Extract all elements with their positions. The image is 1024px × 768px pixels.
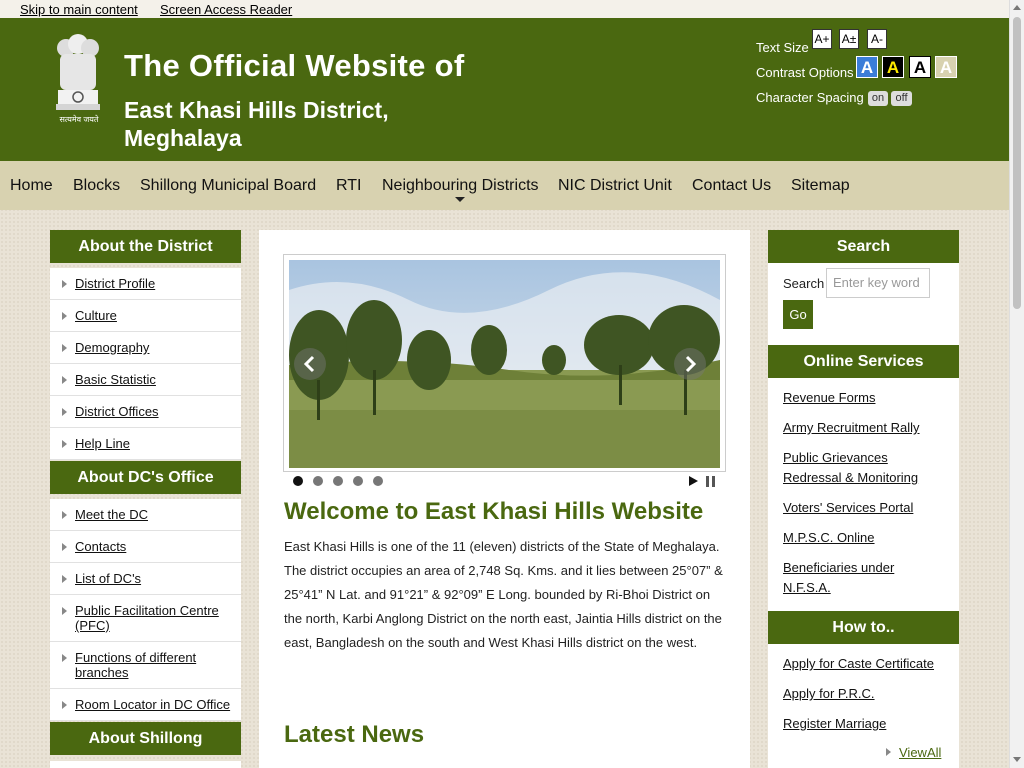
nav-shillong-municipal-board[interactable]: Shillong Municipal Board: [140, 177, 316, 195]
welcome-text: East Khasi Hills is one of the 11 (eleve…: [284, 539, 723, 650]
nav-neighbouring-districts[interactable]: Neighbouring Districts: [382, 177, 539, 195]
search-label: Search: [783, 276, 825, 291]
list-item[interactable]: Apply for Caste Certificate: [783, 654, 944, 674]
text-size-decrease-button[interactable]: A-: [867, 29, 887, 49]
skip-bar: Skip to main content Screen Access Reade…: [0, 0, 1009, 18]
chevron-down-icon: [455, 197, 465, 202]
online-services-heading: Online Services: [768, 345, 959, 378]
about-dc-office-list: Meet the DC Contacts List of DC's Public…: [50, 499, 241, 721]
search-go-button[interactable]: Go: [783, 300, 813, 329]
how-to-heading: How to..: [768, 611, 959, 644]
list-item[interactable]: Apply for P.R.C.: [783, 684, 944, 704]
main-nav: Home Blocks Shillong Municipal Board RTI…: [0, 161, 1009, 210]
scroll-thumb[interactable]: [1013, 17, 1021, 309]
nav-nic-district-unit[interactable]: NIC District Unit: [558, 177, 672, 195]
site-subtitle: East Khasi Hills District, Meghalaya: [124, 97, 389, 151]
slide-image: [289, 260, 720, 468]
latest-news-heading: Latest News: [284, 721, 425, 748]
about-shillong-heading: About Shillong: [50, 722, 241, 755]
scroll-down-icon[interactable]: [1013, 757, 1021, 762]
site-header: सत्यमेव जयते The Official Website of Eas…: [0, 18, 1009, 161]
nav-home[interactable]: Home: [10, 177, 53, 195]
list-item[interactable]: Voters' Services Portal: [783, 498, 944, 518]
about-shillong-list: [50, 761, 241, 768]
list-item[interactable]: Beneficiaries under N.F.S.A.: [783, 558, 944, 598]
list-item[interactable]: District Profile: [50, 268, 241, 300]
list-item[interactable]: Revenue Forms: [783, 388, 944, 408]
search-input[interactable]: Enter key word: [826, 268, 930, 298]
list-item[interactable]: Functions of different branches: [50, 642, 241, 689]
page-scrollbar[interactable]: [1009, 0, 1024, 768]
list-item[interactable]: Army Recruitment Rally: [783, 418, 944, 438]
slider-dot[interactable]: [313, 476, 323, 486]
spacing-off-button[interactable]: off: [891, 91, 912, 106]
slider-prev-button[interactable]: [294, 348, 326, 380]
slider-dot[interactable]: [333, 476, 343, 486]
list-item[interactable]: Room Locator in DC Office: [50, 689, 241, 721]
list-item[interactable]: Culture: [50, 300, 241, 332]
slider-next-button[interactable]: [674, 348, 706, 380]
spacing-on-button[interactable]: on: [868, 91, 888, 106]
list-item[interactable]: Demography: [50, 332, 241, 364]
state-emblem-logo[interactable]: सत्यमेव जयते: [50, 28, 106, 128]
image-slider: [283, 254, 726, 472]
list-item[interactable]: Help Line: [50, 428, 241, 460]
contrast-blue-button[interactable]: A: [856, 56, 878, 78]
list-item[interactable]: Contacts: [50, 531, 241, 563]
list-item[interactable]: Meet the DC: [50, 499, 241, 531]
list-item[interactable]: Basic Statistic: [50, 364, 241, 396]
nav-rti[interactable]: RTI: [336, 177, 361, 195]
about-district-list: District Profile Culture Demography Basi…: [50, 268, 241, 460]
list-item[interactable]: Register Marriage: [783, 714, 944, 734]
contrast-label: Contrast Options: [756, 65, 854, 80]
slider-dot[interactable]: [353, 476, 363, 486]
slider-dot[interactable]: [373, 476, 383, 486]
list-item[interactable]: Public Grievances Redressal & Monitoring: [783, 448, 944, 488]
list-item[interactable]: List of DC's: [50, 563, 241, 595]
online-services-list: Revenue Forms Army Recruitment Rally Pub…: [768, 378, 959, 611]
contrast-yellow-button[interactable]: A: [882, 56, 904, 78]
site-title: The Official Website of: [124, 48, 465, 83]
nav-contact-us[interactable]: Contact Us: [692, 177, 771, 195]
contrast-beige-button[interactable]: A: [935, 56, 957, 78]
nav-sitemap[interactable]: Sitemap: [791, 177, 850, 195]
nav-blocks[interactable]: Blocks: [73, 177, 120, 195]
screen-reader-link[interactable]: Screen Access Reader: [160, 2, 292, 17]
list-item[interactable]: District Offices: [50, 396, 241, 428]
list-item[interactable]: Public Facilitation Centre (PFC): [50, 595, 241, 642]
text-size-increase-button[interactable]: A+: [812, 29, 832, 49]
about-dc-office-heading: About DC's Office: [50, 461, 241, 494]
search-box: Search Enter key word Go: [768, 230, 959, 345]
skip-to-main-link[interactable]: Skip to main content: [20, 2, 138, 17]
slider-dot[interactable]: [293, 476, 303, 486]
character-spacing-label: Character Spacing: [756, 90, 864, 105]
main-content: Welcome to East Khasi Hills Website East…: [259, 230, 750, 768]
about-district-heading: About the District: [50, 230, 241, 263]
pause-icon[interactable]: [706, 476, 715, 487]
text-size-label: Text Size: [756, 40, 809, 55]
view-all-link[interactable]: ViewAll: [885, 745, 941, 760]
text-size-reset-button[interactable]: A±: [839, 29, 859, 49]
emblem-caption: सत्यमेव जयते: [59, 115, 99, 124]
welcome-heading: Welcome to East Khasi Hills Website: [284, 498, 704, 525]
play-icon[interactable]: [689, 476, 698, 486]
list-item[interactable]: M.P.S.C. Online: [783, 528, 944, 548]
contrast-default-button[interactable]: A: [909, 56, 931, 78]
scroll-up-icon[interactable]: [1013, 5, 1021, 10]
how-to-list: Apply for Caste Certificate Apply for P.…: [768, 644, 959, 768]
